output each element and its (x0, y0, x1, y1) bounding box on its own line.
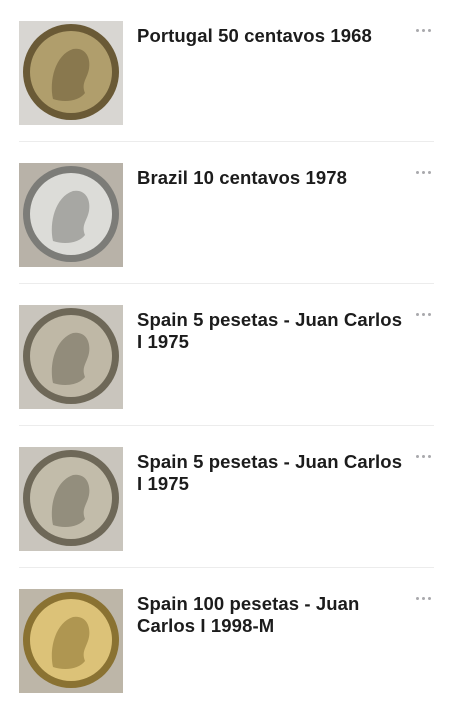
more-horizontal-icon[interactable] (412, 306, 436, 322)
coin-title[interactable]: Spain 100 pesetas - Juan Carlos I 1998-M (137, 593, 409, 637)
more-horizontal-icon[interactable] (412, 22, 436, 38)
coin-thumbnail[interactable] (19, 589, 123, 693)
more-horizontal-icon[interactable] (412, 164, 436, 180)
more-horizontal-icon[interactable] (412, 448, 436, 464)
coin-list: Portugal 50 centavos 1968 Brazil 10 cent… (0, 0, 452, 710)
coin-thumbnail[interactable] (19, 305, 123, 409)
coin-title[interactable]: Portugal 50 centavos 1968 (137, 25, 409, 47)
coin-thumbnail[interactable] (19, 21, 123, 125)
list-item[interactable]: Spain 5 pesetas - Juan Carlos I 1975 (0, 426, 452, 568)
coin-title[interactable]: Brazil 10 centavos 1978 (137, 167, 409, 189)
list-item[interactable]: Spain 5 pesetas - Juan Carlos I 1975 (0, 284, 452, 426)
coin-image (19, 589, 123, 693)
coin-thumbnail[interactable] (19, 163, 123, 267)
list-item[interactable]: Portugal 50 centavos 1968 (0, 0, 452, 142)
coin-image (19, 21, 123, 125)
list-item[interactable]: Spain 100 pesetas - Juan Carlos I 1998-M (0, 568, 452, 710)
coin-title[interactable]: Spain 5 pesetas - Juan Carlos I 1975 (137, 309, 409, 353)
more-horizontal-icon[interactable] (412, 590, 436, 606)
coin-image (19, 447, 123, 551)
coin-image (19, 305, 123, 409)
coin-title[interactable]: Spain 5 pesetas - Juan Carlos I 1975 (137, 451, 409, 495)
coin-image (19, 163, 123, 267)
coin-thumbnail[interactable] (19, 447, 123, 551)
list-item[interactable]: Brazil 10 centavos 1978 (0, 142, 452, 284)
